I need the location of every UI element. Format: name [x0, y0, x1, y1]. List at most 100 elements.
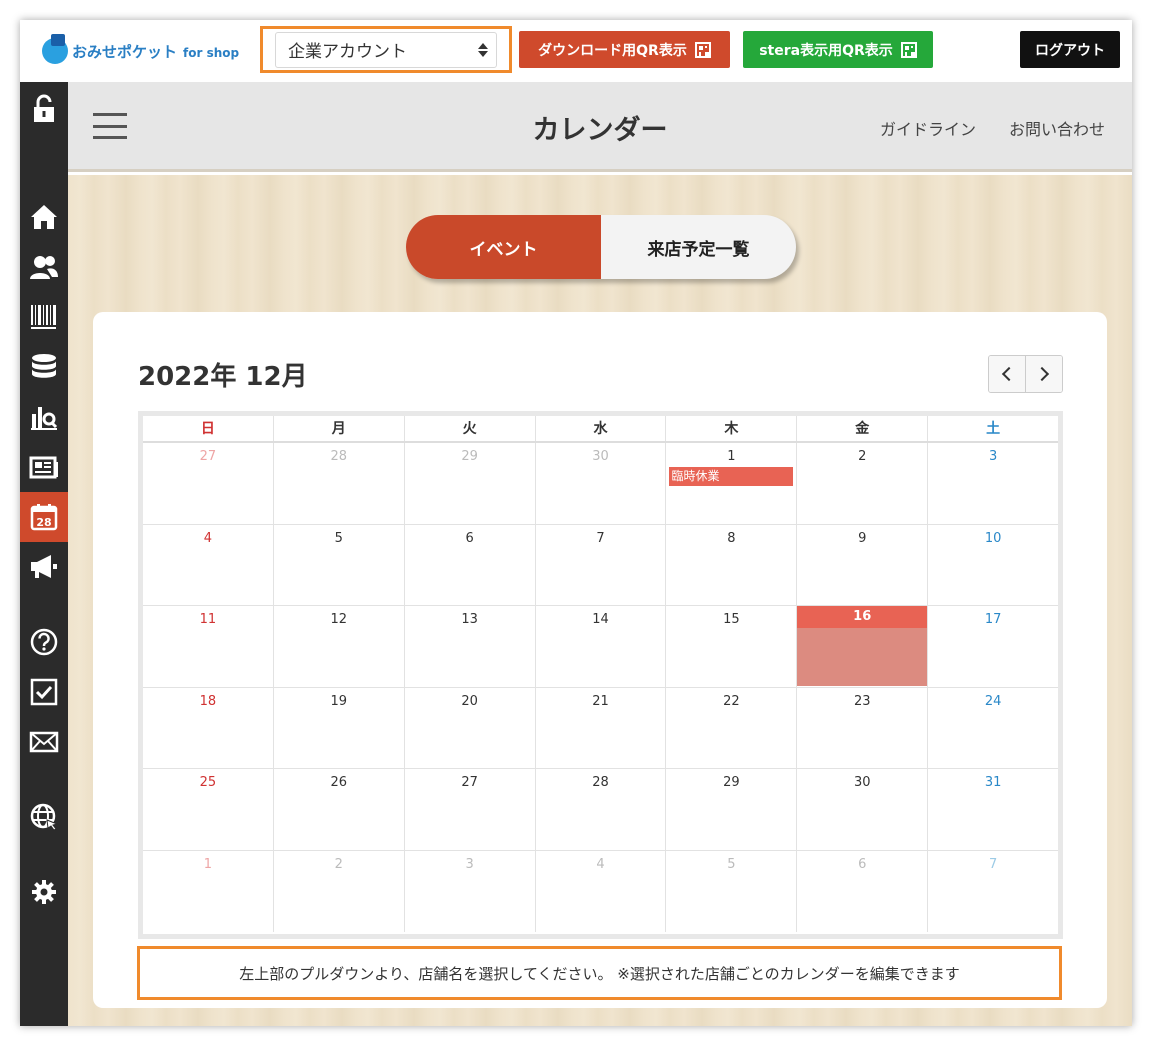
calendar-day[interactable]: 6: [797, 850, 929, 932]
sidebar-item-barcode[interactable]: [20, 292, 68, 342]
logout-button[interactable]: ログアウト: [1020, 31, 1120, 68]
calendar-day[interactable]: 30: [536, 443, 667, 524]
calendar-day[interactable]: 17: [928, 606, 1058, 687]
calendar-day[interactable]: 5: [666, 850, 798, 932]
day-number: 24: [984, 693, 1002, 709]
calendar-week: 11 12 13 14 15 16 17: [143, 606, 1058, 688]
day-number: 23: [853, 693, 871, 709]
sidebar-item-unlock[interactable]: [20, 84, 68, 134]
next-month-button[interactable]: [1025, 356, 1062, 392]
tab-visit-schedule[interactable]: 来店予定一覧: [601, 215, 796, 279]
calendar-day[interactable]: 7: [536, 524, 667, 605]
calendar-day[interactable]: 28: [536, 769, 667, 850]
qr-stera-label: stera表示用QR表示: [759, 42, 893, 59]
account-select-highlight: 企業アカウント: [260, 26, 512, 73]
day-number: 25: [199, 775, 217, 790]
calendar-day[interactable]: 12: [274, 606, 405, 687]
calendar-day[interactable]: 15: [666, 606, 798, 687]
calendar-day[interactable]: 1 臨時休業: [666, 443, 798, 524]
logo-text: おみせポケット for shop: [72, 42, 240, 61]
chevron-right-icon: [1034, 366, 1050, 382]
sidebar-item-home[interactable]: [20, 192, 68, 242]
calendar-day[interactable]: 28: [274, 443, 405, 524]
calendar-day[interactable]: 1: [143, 850, 274, 932]
day-number: 5: [334, 530, 343, 546]
sidebar-item-tasks[interactable]: [20, 667, 68, 717]
calendar-day[interactable]: 20: [405, 687, 536, 768]
calendar-day[interactable]: 3: [928, 443, 1058, 524]
calendar-week: 25 26 27 28 29 30 31: [143, 769, 1058, 851]
account-select[interactable]: 企業アカウント: [275, 31, 497, 68]
sidebar-item-calendar[interactable]: 28: [20, 492, 68, 542]
calendar-day[interactable]: 18: [143, 687, 274, 768]
help-icon: [30, 628, 58, 656]
qr-download-button[interactable]: ダウンロード用QR表示: [519, 31, 730, 68]
calendar-weeks: 27 28 29 30 1 臨時休業 2 3 4 5 6 7 8 9 10 11 12 13 14 15 16 17 18 1…: [143, 443, 1058, 932]
qr-stera-button[interactable]: stera表示用QR表示: [743, 31, 933, 68]
sidebar-item-users[interactable]: [20, 242, 68, 292]
calendar-day[interactable]: 25: [143, 769, 274, 850]
tab-event[interactable]: イベント: [406, 215, 601, 279]
calendar-day[interactable]: 21: [536, 687, 667, 768]
calendar-day[interactable]: 7: [928, 851, 1058, 933]
calendar-grid-inner: 日月火水木金土 27 28 29 30 1 臨時休業 2 3 4 5 6 7 8 9 10 11 12 13 14 1…: [143, 416, 1058, 934]
day-number: 6: [465, 530, 474, 546]
sidebar-item-web[interactable]: [20, 792, 68, 842]
calendar-day[interactable]: 9: [797, 524, 929, 605]
calendar-week: 27 28 29 30 1 臨時休業 2 3: [143, 443, 1058, 525]
calendar-day[interactable]: 14: [536, 606, 667, 687]
unlock-icon: [34, 94, 54, 122]
mail-icon: [29, 731, 59, 753]
day-number: 28: [330, 449, 348, 464]
sidebar-item-help[interactable]: [20, 617, 68, 667]
calendar-day[interactable]: 31: [928, 769, 1058, 850]
calendar-day[interactable]: 5: [274, 524, 405, 605]
guideline-link[interactable]: ガイドライン: [880, 116, 976, 140]
calendar-day[interactable]: 4: [143, 524, 274, 605]
calendar-day[interactable]: 2: [274, 850, 405, 932]
day-number: 15: [723, 612, 740, 627]
calendar-day[interactable]: 30: [797, 769, 929, 850]
weekday-label: 日: [143, 416, 274, 441]
event-tag[interactable]: 臨時休業: [669, 467, 794, 486]
calendar-day[interactable]: 11: [143, 606, 274, 687]
qr-code-icon: [900, 41, 917, 58]
calendar-day[interactable]: 26: [274, 769, 405, 850]
weekday-label: 水: [536, 416, 667, 441]
calendar-day[interactable]: 27: [405, 769, 536, 850]
chevron-left-icon: [1001, 366, 1017, 382]
calendar-day[interactable]: 3: [405, 850, 536, 932]
calendar-day[interactable]: 8: [666, 524, 798, 605]
sidebar-item-mail[interactable]: [20, 717, 68, 767]
sidebar-item-settings[interactable]: [20, 867, 68, 917]
contact-link[interactable]: お問い合わせ: [1009, 116, 1105, 140]
day-number: 10: [984, 530, 1002, 546]
calendar-day[interactable]: 19: [274, 687, 405, 768]
sidebar-item-analytics[interactable]: [20, 392, 68, 442]
calendar-day[interactable]: 29: [405, 443, 536, 524]
app-window: おみせポケット for shop 企業アカウント ダウンロード用QR表示 ster…: [20, 20, 1132, 1026]
calendar-day[interactable]: 29: [666, 769, 798, 850]
day-number: 11: [199, 612, 217, 627]
calendar-day[interactable]: 24: [928, 688, 1058, 769]
calendar-day[interactable]: 6: [405, 524, 536, 605]
calendar-week: 1 2 3 4 5 6 7: [143, 850, 1058, 933]
calendar-day-today[interactable]: 16: [797, 606, 929, 687]
calendar-day[interactable]: 10: [928, 525, 1058, 606]
calendar-day[interactable]: 22: [666, 687, 798, 768]
sidebar-item-announcements[interactable]: [20, 542, 68, 592]
app-logo[interactable]: おみせポケット for shop: [42, 34, 240, 64]
calendar-week: 18 19 20 21 22 23 24: [143, 687, 1058, 769]
calendar-day[interactable]: 23: [797, 687, 929, 768]
sidebar-item-news[interactable]: [20, 442, 68, 492]
calendar-card: 2022年 12月 日月火水木金土 27 28 29 30 1 臨時休業 2 3 4 5 6 7 8 9 1…: [93, 312, 1107, 1008]
calendar-day[interactable]: 4: [536, 850, 667, 932]
calendar-day[interactable]: 27: [143, 443, 274, 524]
sidebar-item-database[interactable]: [20, 342, 68, 392]
calendar-day[interactable]: 13: [405, 606, 536, 687]
weekday-header: 日月火水木金 土: [143, 416, 1058, 443]
calendar-day[interactable]: 2: [797, 443, 929, 524]
prev-month-button[interactable]: [989, 356, 1025, 392]
logo-mark-icon: [42, 34, 68, 64]
day-number: 20: [461, 693, 478, 709]
